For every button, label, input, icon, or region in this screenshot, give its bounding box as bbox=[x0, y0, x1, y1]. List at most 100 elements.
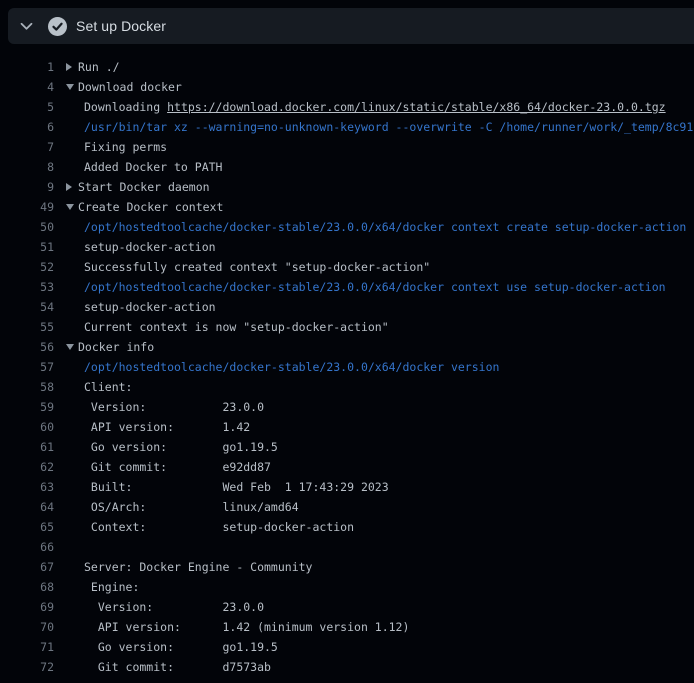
line-number[interactable]: 66 bbox=[0, 540, 54, 554]
log-text: Current context is now "setup-docker-act… bbox=[66, 317, 694, 337]
line-number[interactable]: 49 bbox=[0, 200, 54, 214]
log-text-segment: Git commit: e92dd87 bbox=[84, 460, 271, 474]
log-line: 64 OS/Arch: linux/amd64 bbox=[0, 497, 694, 517]
log-line: 72 Git commit: d7573ab bbox=[0, 657, 694, 677]
log-text: setup-docker-action bbox=[66, 237, 694, 257]
line-number[interactable]: 7 bbox=[0, 140, 54, 154]
log-text: API version: 1.42 (minimum version 1.12) bbox=[66, 617, 694, 637]
line-number[interactable]: 67 bbox=[0, 560, 54, 574]
log-text: Fixing perms bbox=[66, 137, 694, 157]
log-text-segment: Added Docker to PATH bbox=[84, 160, 222, 174]
step-header[interactable]: Set up Docker bbox=[8, 8, 694, 44]
log-line: 7 Fixing perms bbox=[0, 137, 694, 157]
line-number[interactable]: 63 bbox=[0, 480, 54, 494]
log-text-segment: Engine: bbox=[84, 580, 139, 594]
log-command-text: /opt/hostedtoolcache/docker-stable/23.0.… bbox=[66, 277, 694, 297]
line-number[interactable]: 72 bbox=[0, 660, 54, 674]
line-number[interactable]: 4 bbox=[0, 80, 54, 94]
line-number[interactable]: 1 bbox=[0, 60, 54, 74]
line-number[interactable]: 61 bbox=[0, 440, 54, 454]
log-line: 67 Server: Docker Engine - Community bbox=[0, 557, 694, 577]
log-text-segment: Go version: go1.19.5 bbox=[84, 440, 278, 454]
triangle-right-icon[interactable] bbox=[66, 57, 78, 77]
log-text-segment: Current context is now "setup-docker-act… bbox=[84, 320, 389, 334]
log-line: 1 Run ./ bbox=[0, 57, 694, 77]
line-number[interactable]: 69 bbox=[0, 600, 54, 614]
triangle-down-icon[interactable] bbox=[66, 337, 78, 357]
log-text-segment: Version: 23.0.0 bbox=[84, 400, 264, 414]
triangle-down-icon[interactable] bbox=[66, 197, 78, 217]
log-link[interactable]: https://download.docker.com/linux/static… bbox=[167, 100, 666, 114]
log-line: 68 Engine: bbox=[0, 577, 694, 597]
log-text-segment: Server: Docker Engine - Community bbox=[84, 560, 312, 574]
line-number[interactable]: 60 bbox=[0, 420, 54, 434]
line-number[interactable]: 9 bbox=[0, 180, 54, 194]
log-text: Engine: bbox=[66, 577, 694, 597]
log-text: API version: 1.42 bbox=[66, 417, 694, 437]
line-number[interactable]: 59 bbox=[0, 400, 54, 414]
log-line: 62 Git commit: e92dd87 bbox=[0, 457, 694, 477]
log-text-segment: Successfully created context "setup-dock… bbox=[84, 260, 430, 274]
log-text: Successfully created context "setup-dock… bbox=[66, 257, 694, 277]
line-number[interactable]: 70 bbox=[0, 620, 54, 634]
line-number[interactable]: 62 bbox=[0, 460, 54, 474]
line-number[interactable]: 50 bbox=[0, 220, 54, 234]
line-number[interactable]: 71 bbox=[0, 640, 54, 654]
line-number[interactable]: 53 bbox=[0, 280, 54, 294]
log-text: Version: 23.0.0 bbox=[66, 597, 694, 617]
log-text-segment: Go version: go1.19.5 bbox=[84, 640, 278, 654]
log-line: 4 Download docker bbox=[0, 77, 694, 97]
line-number[interactable]: 58 bbox=[0, 380, 54, 394]
triangle-right-icon[interactable] bbox=[66, 177, 78, 197]
line-number[interactable]: 51 bbox=[0, 240, 54, 254]
line-number[interactable]: 52 bbox=[0, 260, 54, 274]
log-line: 52 Successfully created context "setup-do… bbox=[0, 257, 694, 277]
log-group-title[interactable]: Download docker bbox=[78, 80, 182, 94]
log-text: Built: Wed Feb 1 17:43:29 2023 bbox=[66, 477, 694, 497]
log-group-title[interactable]: Start Docker daemon bbox=[78, 180, 210, 194]
log-text-segment: setup-docker-action bbox=[84, 240, 216, 254]
line-number[interactable]: 68 bbox=[0, 580, 54, 594]
log-line: 6/usr/bin/tar xz --warning=no-unknown-ke… bbox=[0, 117, 694, 137]
line-number[interactable]: 6 bbox=[0, 120, 54, 134]
chevron-down-icon[interactable] bbox=[20, 22, 33, 31]
log-text-segment: Built: Wed Feb 1 17:43:29 2023 bbox=[84, 480, 389, 494]
line-number[interactable]: 8 bbox=[0, 160, 54, 174]
log-group-header: Run ./ bbox=[66, 57, 694, 77]
log-group-title[interactable]: Create Docker context bbox=[78, 200, 223, 214]
log-line: 8 Added Docker to PATH bbox=[0, 157, 694, 177]
log-group-title[interactable]: Docker info bbox=[78, 340, 154, 354]
log-line: 54setup-docker-action bbox=[0, 297, 694, 317]
step-title: Set up Docker bbox=[76, 18, 166, 34]
line-number[interactable]: 5 bbox=[0, 100, 54, 114]
log-text: Go version: go1.19.5 bbox=[66, 437, 694, 457]
log-command-text: /opt/hostedtoolcache/docker-stable/23.0.… bbox=[66, 357, 694, 377]
line-number[interactable]: 55 bbox=[0, 320, 54, 334]
log-text-segment: Context: setup-docker-action bbox=[84, 520, 354, 534]
log-line: 71 Go version: go1.19.5 bbox=[0, 637, 694, 657]
log-text-segment: Version: 23.0.0 bbox=[84, 600, 264, 614]
log-line: 5 Downloading https://download.docker.com… bbox=[0, 97, 694, 117]
log-group-header: Docker info bbox=[66, 337, 694, 357]
line-number[interactable]: 64 bbox=[0, 500, 54, 514]
log-line: 51 setup-docker-action bbox=[0, 237, 694, 257]
log-line: 53/opt/hostedtoolcache/docker-stable/23.… bbox=[0, 277, 694, 297]
log-text-segment: Downloading bbox=[84, 100, 167, 114]
log-text-segment: OS/Arch: linux/amd64 bbox=[84, 500, 299, 514]
line-number[interactable]: 65 bbox=[0, 520, 54, 534]
log-line: 61 Go version: go1.19.5 bbox=[0, 437, 694, 457]
log-line: 69 Version: 23.0.0 bbox=[0, 597, 694, 617]
log-text: Go version: go1.19.5 bbox=[66, 637, 694, 657]
log-text: OS/Arch: linux/amd64 bbox=[66, 497, 694, 517]
log-text-segment: Fixing perms bbox=[84, 140, 167, 154]
log-container: 1 Run ./ 4 Download docker 5 Downloading http… bbox=[0, 44, 694, 677]
triangle-down-icon[interactable] bbox=[66, 77, 78, 97]
log-group-title[interactable]: Run ./ bbox=[78, 60, 120, 74]
log-group-header: Download docker bbox=[66, 77, 694, 97]
line-number[interactable]: 56 bbox=[0, 340, 54, 354]
log-text: Added Docker to PATH bbox=[66, 157, 694, 177]
log-line: 70 API version: 1.42 (minimum version 1.… bbox=[0, 617, 694, 637]
log-text: Server: Docker Engine - Community bbox=[66, 557, 694, 577]
line-number[interactable]: 57 bbox=[0, 360, 54, 374]
line-number[interactable]: 54 bbox=[0, 300, 54, 314]
